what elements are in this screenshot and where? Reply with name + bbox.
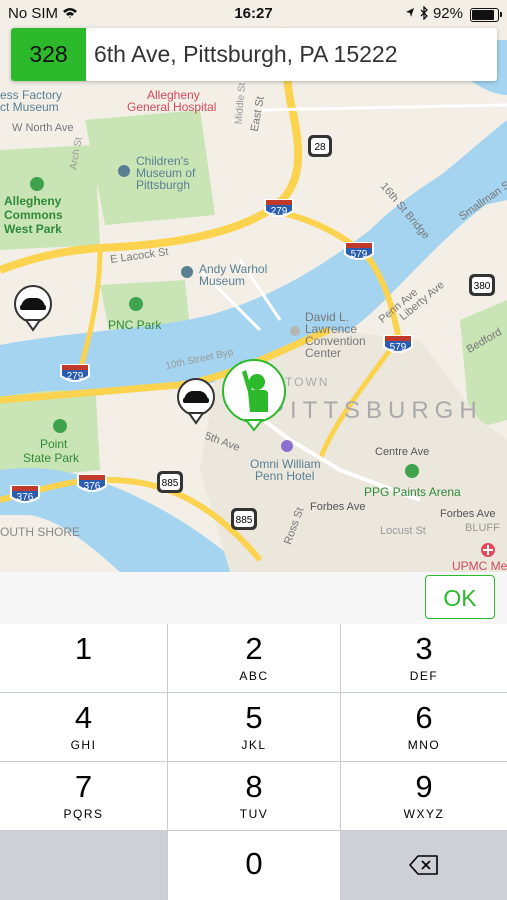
route-shield-icon: 380 bbox=[469, 274, 495, 296]
map-label: W North Ave bbox=[12, 122, 74, 134]
location-arrow-icon bbox=[405, 8, 414, 17]
bluetooth-icon bbox=[420, 5, 428, 21]
backspace-icon bbox=[409, 855, 438, 875]
route-shield-icon: 28 bbox=[308, 135, 332, 157]
key-6[interactable]: 6 MNO bbox=[341, 693, 507, 761]
svg-text:885: 885 bbox=[162, 478, 179, 489]
svg-text:279: 279 bbox=[67, 371, 84, 382]
status-bar: No SIM 16:27 92% bbox=[0, 0, 507, 28]
hospital-icon bbox=[481, 543, 495, 557]
user-location-marker-icon[interactable] bbox=[220, 358, 288, 432]
key-4[interactable]: 4 GHI bbox=[0, 693, 167, 761]
hotel-icon bbox=[281, 440, 293, 452]
map-label: Forbes Ave bbox=[440, 508, 496, 520]
map-label: ct Museum bbox=[0, 100, 59, 114]
museum-icon bbox=[118, 165, 130, 177]
map-label: Center bbox=[305, 346, 342, 360]
map-label: Pittsburgh bbox=[136, 178, 191, 192]
key-2[interactable]: 2 ABC bbox=[168, 624, 340, 692]
key-5[interactable]: 5 JKL bbox=[168, 693, 340, 761]
key-0[interactable]: 0 bbox=[168, 831, 340, 900]
svg-text:380: 380 bbox=[474, 281, 491, 292]
svg-text:579: 579 bbox=[351, 249, 368, 260]
interstate-shield-icon: 579 bbox=[344, 242, 374, 260]
taxi-marker-icon[interactable] bbox=[12, 284, 54, 332]
museum-icon bbox=[181, 266, 193, 278]
key-blank bbox=[0, 831, 167, 900]
park-icon bbox=[30, 177, 44, 191]
svg-text:885: 885 bbox=[236, 515, 253, 526]
map-label: Commons bbox=[4, 208, 63, 222]
taxi-marker-icon[interactable] bbox=[175, 377, 217, 425]
arena-icon bbox=[405, 464, 419, 478]
svg-text:28: 28 bbox=[314, 142, 326, 153]
key-3[interactable]: 3 DEF bbox=[341, 624, 507, 692]
map-label: State Park bbox=[23, 451, 80, 465]
map-label: OUTH SHORE bbox=[0, 525, 81, 539]
svg-text:279: 279 bbox=[271, 206, 288, 217]
key-8[interactable]: 8 TUV bbox=[168, 762, 340, 830]
ok-button[interactable]: OK bbox=[425, 575, 495, 619]
park-icon bbox=[53, 419, 67, 433]
map-view[interactable]: ess Factory ct Museum Allegheny General … bbox=[0, 0, 507, 572]
battery-percent: 92% bbox=[405, 5, 463, 22]
delete-key[interactable] bbox=[341, 831, 507, 900]
key-7[interactable]: 7 PQRS bbox=[0, 762, 167, 830]
numeric-keypad: 1 2 ABC 3 DEF 4 GHI 5 JKL 6 MNO 7 PQRS 8 TUV 9W… bbox=[0, 624, 507, 900]
interstate-shield-icon: 279 bbox=[60, 364, 90, 382]
interstate-shield-icon: 579 bbox=[383, 335, 413, 353]
map-label: Point bbox=[40, 437, 68, 451]
map-label: TOWN bbox=[285, 375, 330, 389]
map-label: Penn Hotel bbox=[255, 469, 315, 483]
map-label: PPG Paints Arena bbox=[364, 485, 461, 499]
svg-text:579: 579 bbox=[390, 342, 407, 353]
interstate-shield-icon: 376 bbox=[10, 485, 40, 503]
svg-text:376: 376 bbox=[17, 492, 34, 503]
map-label: Forbes Ave bbox=[310, 501, 366, 513]
key-9[interactable]: 9 WXYZ bbox=[341, 762, 507, 830]
route-shield-icon: 885 bbox=[231, 508, 257, 530]
map-label: West Park bbox=[4, 222, 62, 236]
battery-icon bbox=[470, 8, 502, 22]
map-label: Allegheny bbox=[4, 194, 62, 208]
interstate-shield-icon: 376 bbox=[77, 474, 107, 492]
address-bar[interactable]: 328 6th Ave, Pittsburgh, PA 15222 bbox=[11, 28, 497, 81]
map-label: General Hospital bbox=[127, 100, 217, 114]
address-code-badge: 328 bbox=[11, 28, 86, 81]
route-shield-icon: 885 bbox=[157, 471, 183, 493]
map-label: Centre Ave bbox=[375, 446, 430, 458]
address-text: 6th Ave, Pittsburgh, PA 15222 bbox=[94, 41, 398, 67]
key-1[interactable]: 1 bbox=[0, 624, 167, 692]
svg-text:376: 376 bbox=[84, 481, 101, 492]
stadium-icon bbox=[129, 297, 143, 311]
map-label: Museum bbox=[199, 274, 246, 288]
map-label: UPMC Me bbox=[452, 559, 507, 572]
interstate-shield-icon: 279 bbox=[264, 199, 294, 217]
map-label: BLUFF bbox=[465, 522, 500, 534]
poi-icon bbox=[290, 326, 300, 336]
map-label: Locust St bbox=[380, 525, 426, 537]
map-label: PITTSBURGH bbox=[268, 397, 483, 424]
map-label: PNC Park bbox=[108, 318, 162, 332]
